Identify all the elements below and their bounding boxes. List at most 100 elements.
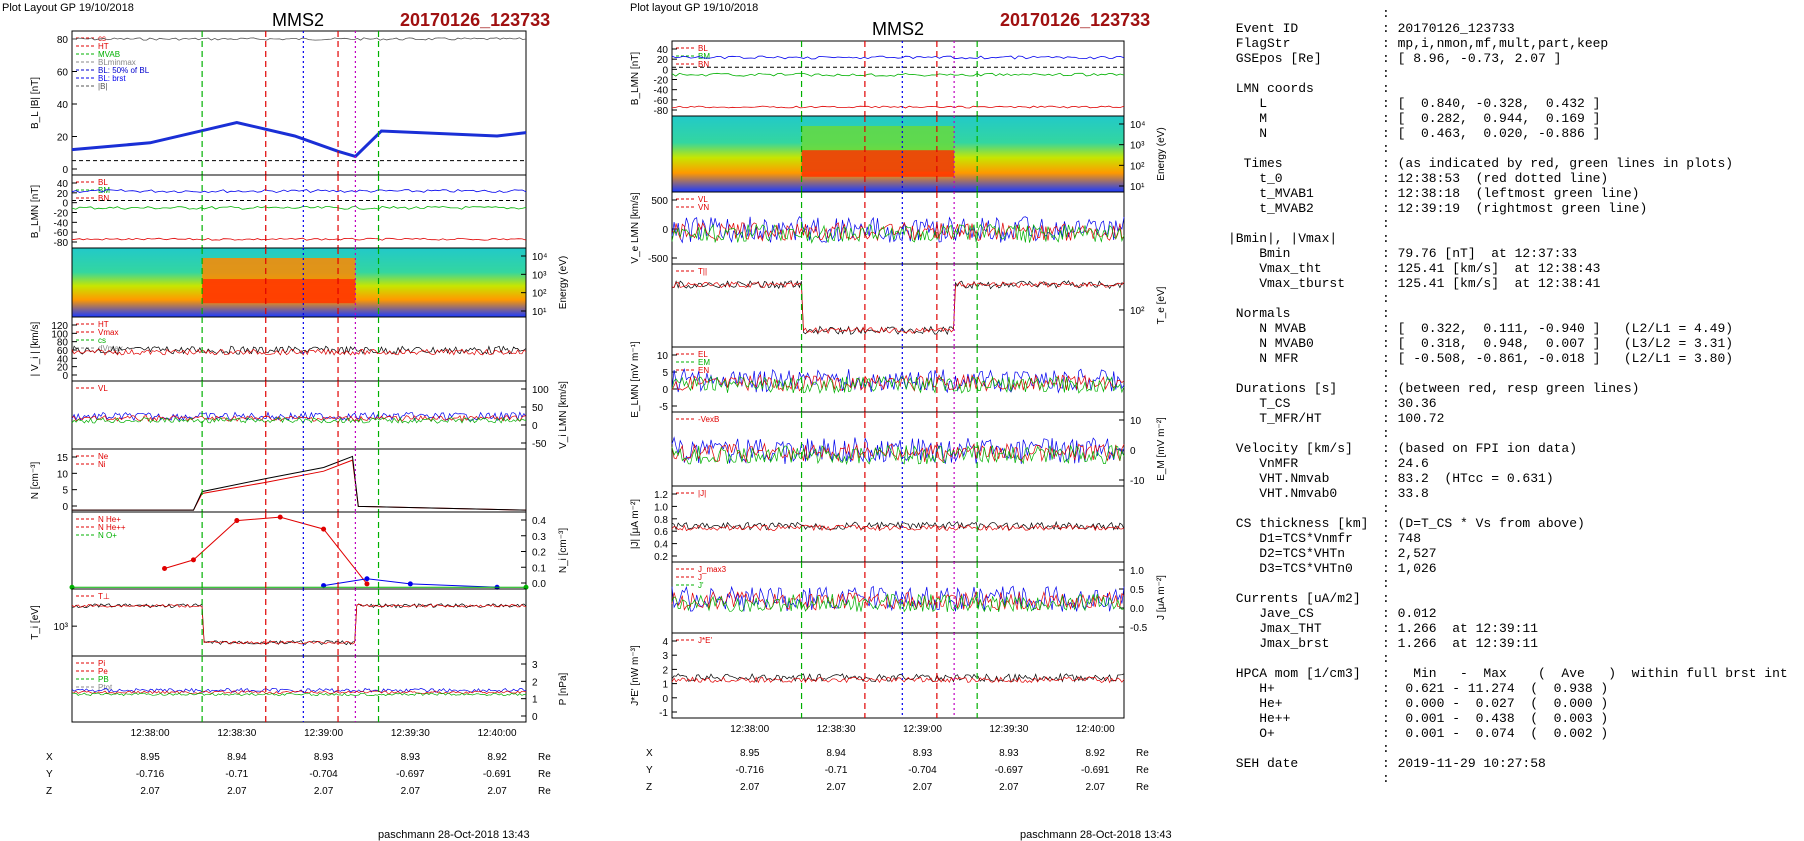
y-tick-label: 15 <box>57 453 69 464</box>
y-tick-label: 0 <box>62 502 68 513</box>
subplot-blmn2: 40200-20-40-60-80B_LMN [nT]BLBMBN <box>630 40 1125 117</box>
info-label: O+ <box>1228 726 1275 741</box>
spectrogram-core <box>801 150 955 177</box>
subplot-espec: 10⁴ 10³ 10² 10¹ Energy (eV) <box>71 247 569 318</box>
trace-bm <box>671 72 1125 77</box>
y-tick-label: 0.0 <box>532 579 546 590</box>
info-value: : mp,i,nmon,mf,mult,part,keep <box>1382 36 1609 51</box>
info-value: : <box>1382 426 1390 441</box>
info-row: LMN coords: <box>1228 81 1800 96</box>
info-value: : <box>1382 771 1390 786</box>
y-tick-label: -1 <box>659 708 668 719</box>
info-row: HPCA mom [1/cm3]: Min - Max ( Ave ) with… <box>1228 666 1800 681</box>
ephem-value: -0.691 <box>483 769 512 780</box>
info-row: : <box>1228 651 1800 666</box>
info-row: Times: (as indicated by red, green lines… <box>1228 156 1800 171</box>
y-tick-label: 0 <box>532 712 538 723</box>
info-row: D2=TCS*VHTn: 2,527 <box>1228 546 1800 561</box>
info-value: : 12:39:19 (rightmost green line) <box>1382 201 1648 216</box>
y-tick-label: 1 <box>532 695 538 706</box>
info-label: VHT.Nmvab0 <box>1228 486 1338 501</box>
header-text: Plot layout GP 19/10/2018 <box>630 2 758 14</box>
ephem-value: 2.07 <box>314 786 334 797</box>
legend-entry: Ni <box>98 460 106 469</box>
y-tick-label: 1.2 <box>654 490 668 501</box>
data-point <box>234 518 240 524</box>
subplot-bl: 806040200B_L |B| [nT]csHTMVABBLminmaxBL:… <box>30 30 527 176</box>
info-value: : [ 0.322, 0.111, -0.940 ] (L2/L1 = 4.49… <box>1382 321 1734 336</box>
info-label: VHT.Nmvab <box>1228 471 1330 486</box>
subplot-espec2: 10⁴ 10³ 10² 10¹ Energy (eV) <box>671 115 1167 193</box>
y-tick-label: 10 <box>57 469 69 480</box>
ephem-value: 2.07 <box>140 786 160 797</box>
info-row: Currents [uA/m2]: <box>1228 591 1800 606</box>
info-row: CS thickness [km]: (D=T_CS * Vs from abo… <box>1228 516 1800 531</box>
x-tick-label: 12:38:00 <box>131 728 170 739</box>
info-label: He++ <box>1228 711 1291 726</box>
ephem-value: 2.07 <box>487 786 507 797</box>
y-tick-label: 10³ <box>532 270 547 281</box>
ephem-value: 2.07 <box>913 782 933 793</box>
ephem-name: Y <box>646 765 653 776</box>
info-row: VnMFR: 24.6 <box>1228 456 1800 471</box>
ephem-unit: Re <box>1136 748 1149 759</box>
y-tick-label: 0 <box>62 371 68 382</box>
y-tick-label: 0 <box>662 225 668 236</box>
y-tick-label: -80 <box>54 238 69 249</box>
info-value: : <box>1382 576 1390 591</box>
ephem-value: 8.93 <box>999 748 1019 759</box>
info-value: : [ -0.508, -0.861, -0.018 ] (L2/L1 = 3.… <box>1382 351 1734 366</box>
subplot-frame <box>71 30 527 176</box>
info-value: : <box>1382 306 1390 321</box>
ephem-name: Y <box>46 769 53 780</box>
info-row: GSEpos [Re]: [ 8.96, -0.73, 2.07 ] <box>1228 51 1800 66</box>
trace-BL <box>71 120 527 159</box>
ephem-value: -0.697 <box>396 769 425 780</box>
y-tick-label: 10² <box>532 289 547 300</box>
spacecraft-title: MMS2 <box>872 19 924 39</box>
info-value: : 83.2 (HTcc = 0.631) <box>1382 471 1554 486</box>
ephem-value: 8.94 <box>826 748 846 759</box>
info-row: : <box>1228 216 1800 231</box>
subplot-frame <box>71 174 527 249</box>
ephem-value: -0.716 <box>136 769 165 780</box>
ephem-value: 8.93 <box>913 748 933 759</box>
y-tick-label: 10³ <box>1130 141 1145 152</box>
y-tick-label: 80 <box>57 35 69 46</box>
info-value: : (based on FPI ion data) <box>1382 441 1578 456</box>
x-tick-label: 12:38:30 <box>217 728 256 739</box>
ephem-value: 8.95 <box>740 748 760 759</box>
info-row: Jmax_THT: 1.266 at 12:39:11 <box>1228 621 1800 636</box>
info-value: : 12:38:18 (leftmost green line) <box>1382 186 1640 201</box>
info-row: N MFR: [ -0.508, -0.861, -0.018 ] (L2/L1… <box>1228 351 1800 366</box>
ephem-value: 8.93 <box>401 752 421 763</box>
trace-series <box>671 524 1125 532</box>
info-row: VHT.Nmvab0: 33.8 <box>1228 486 1800 501</box>
info-label: D1=TCS*Vnmfr <box>1228 531 1353 546</box>
subplot-frame <box>671 191 1125 265</box>
ephem-value: -0.71 <box>225 769 248 780</box>
info-row: He+: 0.000 - 0.027 ( 0.000 ) <box>1228 696 1800 711</box>
info-value: : (as indicated by red, green lines in p… <box>1382 156 1734 171</box>
y-tick-label: 5 <box>662 368 668 379</box>
y-tick-label: 0 <box>662 694 668 705</box>
info-value: : <box>1382 6 1390 21</box>
legend-entry: |J| <box>698 489 706 498</box>
ephem-value: 2.07 <box>401 786 421 797</box>
subplot-frame <box>71 588 527 657</box>
y-axis-title: T_e [eV] <box>1156 286 1167 324</box>
y-tick-label: 10 <box>1130 416 1142 427</box>
legend-entry: VL <box>98 384 108 393</box>
info-value: : 0.621 - 11.274 ( 0.938 ) <box>1382 681 1609 696</box>
info-label: |Bmin|, |Vmax| <box>1228 231 1338 246</box>
info-value: : <box>1382 651 1390 666</box>
info-value: : <box>1382 81 1390 96</box>
info-value: : [ 0.463, 0.020, -0.886 ] <box>1382 126 1601 141</box>
info-label: VnMFR <box>1228 456 1299 471</box>
plot-panel-1: Plot Layout GP 19/10/2018 MMS2 20170126_12… <box>2 2 569 841</box>
info-row: : <box>1228 426 1800 441</box>
info-label: Velocity [km/s] <box>1228 441 1353 456</box>
data-point <box>277 514 283 520</box>
info-row: : <box>1228 576 1800 591</box>
info-row: Velocity [km/s] : (based on FPI ion data) <box>1228 441 1800 456</box>
